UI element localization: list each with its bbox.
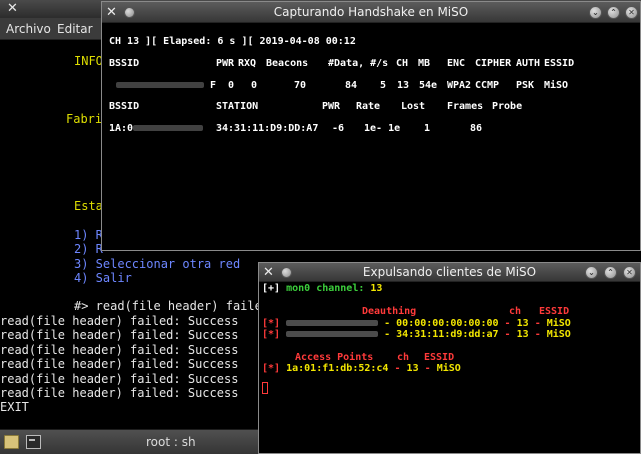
ap-header-ch: CH [396, 58, 409, 69]
deauth-row-mac: - 34:31:11:d9:dd:a7 [384, 329, 499, 340]
ap-header-essid: ESSID [544, 58, 575, 69]
terminal-cursor [262, 382, 268, 394]
ap-row-essid: MiSO [544, 80, 569, 91]
error-line: read(file header) failed: Success [0, 328, 239, 342]
ap-row-bssid-tail: F [210, 80, 217, 91]
st-row-bssid: 1A:0 [109, 123, 204, 134]
menu-option-1: 1) R [74, 228, 103, 242]
channel-line: [+] mon0 channel: 13 [262, 283, 382, 294]
info-label: INFO [74, 54, 103, 68]
ap-header-rxq: RXQ [238, 58, 257, 69]
error-line: read(file header) failed: Success [0, 386, 239, 400]
ap-essid-header: ESSID [424, 352, 455, 363]
st-row-bssid-head: 1A:0 [109, 123, 134, 134]
ap-row-per-s: 5 [380, 80, 387, 91]
ap-header-bssid: BSSID [109, 58, 140, 69]
st-header-frames: Frames [447, 101, 484, 112]
access-point-bssid: 1a:01:f1:db:52:c4 [286, 363, 389, 374]
ap-ch-header: ch [397, 352, 410, 363]
deauth-window-titlebar: ✕ Expulsando clientes de MiSO ⌄ ⌃ ✕ [259, 263, 640, 282]
st-header-rate: Rate [356, 101, 381, 112]
st-header-pwr: PWR [322, 101, 341, 112]
ap-row-cipher: CCMP [475, 80, 500, 91]
ap-header-auth: AUTH [516, 58, 541, 69]
ap-header-mb: MB [418, 58, 431, 69]
ap-row-mb: 54e [419, 80, 438, 91]
folder-icon[interactable] [4, 435, 19, 449]
ap-row-auth: PSK [516, 80, 535, 91]
ap-row-ch: 13 [397, 80, 410, 91]
st-row-lost: 1 [424, 123, 431, 134]
st-row-station: 34:31:11:D9:DD:A7 [216, 123, 319, 134]
channel-prefix: [+] [262, 283, 281, 294]
st-header-station: STATION [216, 101, 259, 112]
minimize-icon[interactable]: ⌄ [585, 266, 598, 279]
menu-option-3: 3) Seleccionar otra red [74, 257, 241, 271]
error-line: read(file header) failed: Success [0, 357, 239, 371]
st-row-frames: 86 [470, 123, 483, 134]
ap-row-enc: WPA2 [447, 80, 472, 91]
capture-status-line: CH 13 ][ Elapsed: 6 s ][ 2019-04-08 00:1… [109, 36, 356, 47]
menu-option-4: 4) Salir [74, 271, 132, 285]
window-close-icon[interactable]: ✕ [7, 1, 18, 16]
st-header-bssid: BSSID [109, 101, 140, 112]
exit-line: EXIT [0, 400, 29, 414]
error-line: read(file header) failed: Success [0, 314, 239, 328]
menu-archivo[interactable]: Archivo [6, 22, 51, 36]
ap-row-data: 84 [345, 80, 358, 91]
ap-header-pwr: PWR [216, 58, 235, 69]
menu-option-2: 2) R [74, 242, 103, 256]
st-header-probe: Probe [492, 101, 523, 112]
ap-row-bssid: F [116, 80, 216, 91]
deauth-ch-header: ch [509, 306, 522, 317]
window-close-button-icon[interactable]: ✕ [625, 6, 638, 19]
channel-value: 13 [370, 283, 383, 294]
access-point-row: [*] 1a:01:f1:db:52:c4 - 13 - MiSO [262, 363, 461, 374]
st-row-rate: 1e- 1e [364, 123, 401, 134]
handshake-window-title: Capturando Handshake en MiSO [273, 5, 469, 19]
deauth-essid-header: ESSID [539, 306, 570, 317]
deauth-clients-window: ✕ Expulsando clientes de MiSO ⌄ ⌃ ✕ [+] … [258, 262, 641, 454]
channel-label: mon0 channel: [286, 283, 365, 294]
ap-header-data: #Data, #/s [328, 58, 389, 69]
taskbar-window-label[interactable]: root : sh [146, 435, 196, 449]
maximize-icon[interactable]: ⌃ [607, 6, 620, 19]
minimize-icon[interactable]: ⌄ [589, 6, 602, 19]
error-line: read(file header) failed: Success [0, 343, 239, 357]
ap-header-cipher: CIPHER [475, 58, 512, 69]
ap-row-beacons: 70 [294, 80, 307, 91]
error-line: read(file header) failed: Success [0, 372, 239, 386]
deauth-window-title: Expulsando clientes de MiSO [362, 265, 537, 279]
fabri-label: Fabri [66, 112, 103, 126]
deauth-header: Deauthing [362, 306, 417, 317]
ap-row-pwr: 0 [228, 80, 235, 91]
deauth-row: [*] - 34:31:11:d9:dd:a7 - 13 - MiSO [262, 329, 571, 340]
prompt-line: #> read(file header) failed [74, 299, 270, 313]
access-points-header: Access Points [295, 352, 374, 363]
deauth-row: [*] - 00:00:00:00:00:00 - 13 - MiSO [262, 318, 571, 329]
taskbar: root : sh [0, 429, 258, 454]
st-row-pwr: -6 [332, 123, 345, 134]
handshake-window-titlebar: ✕ Capturando Handshake en MiSO ⌄ ⌃ ✕ [102, 2, 640, 23]
ap-header-beacons: Beacons [266, 58, 309, 69]
esta-label: Esta [74, 199, 103, 213]
window-close-button-icon[interactable]: ✕ [623, 266, 636, 279]
handshake-capture-window: ✕ Capturando Handshake en MiSO ⌄ ⌃ ✕ CH … [101, 1, 641, 251]
st-header-lost: Lost [401, 101, 426, 112]
ap-header-enc: ENC [447, 58, 466, 69]
deauth-row-mac: - 00:00:00:00:00:00 [384, 318, 499, 329]
ap-row-rxq: 0 [251, 80, 258, 91]
maximize-icon[interactable]: ⌃ [604, 266, 617, 279]
menu-editar[interactable]: Editar [57, 22, 93, 36]
terminal-icon[interactable] [26, 435, 41, 449]
